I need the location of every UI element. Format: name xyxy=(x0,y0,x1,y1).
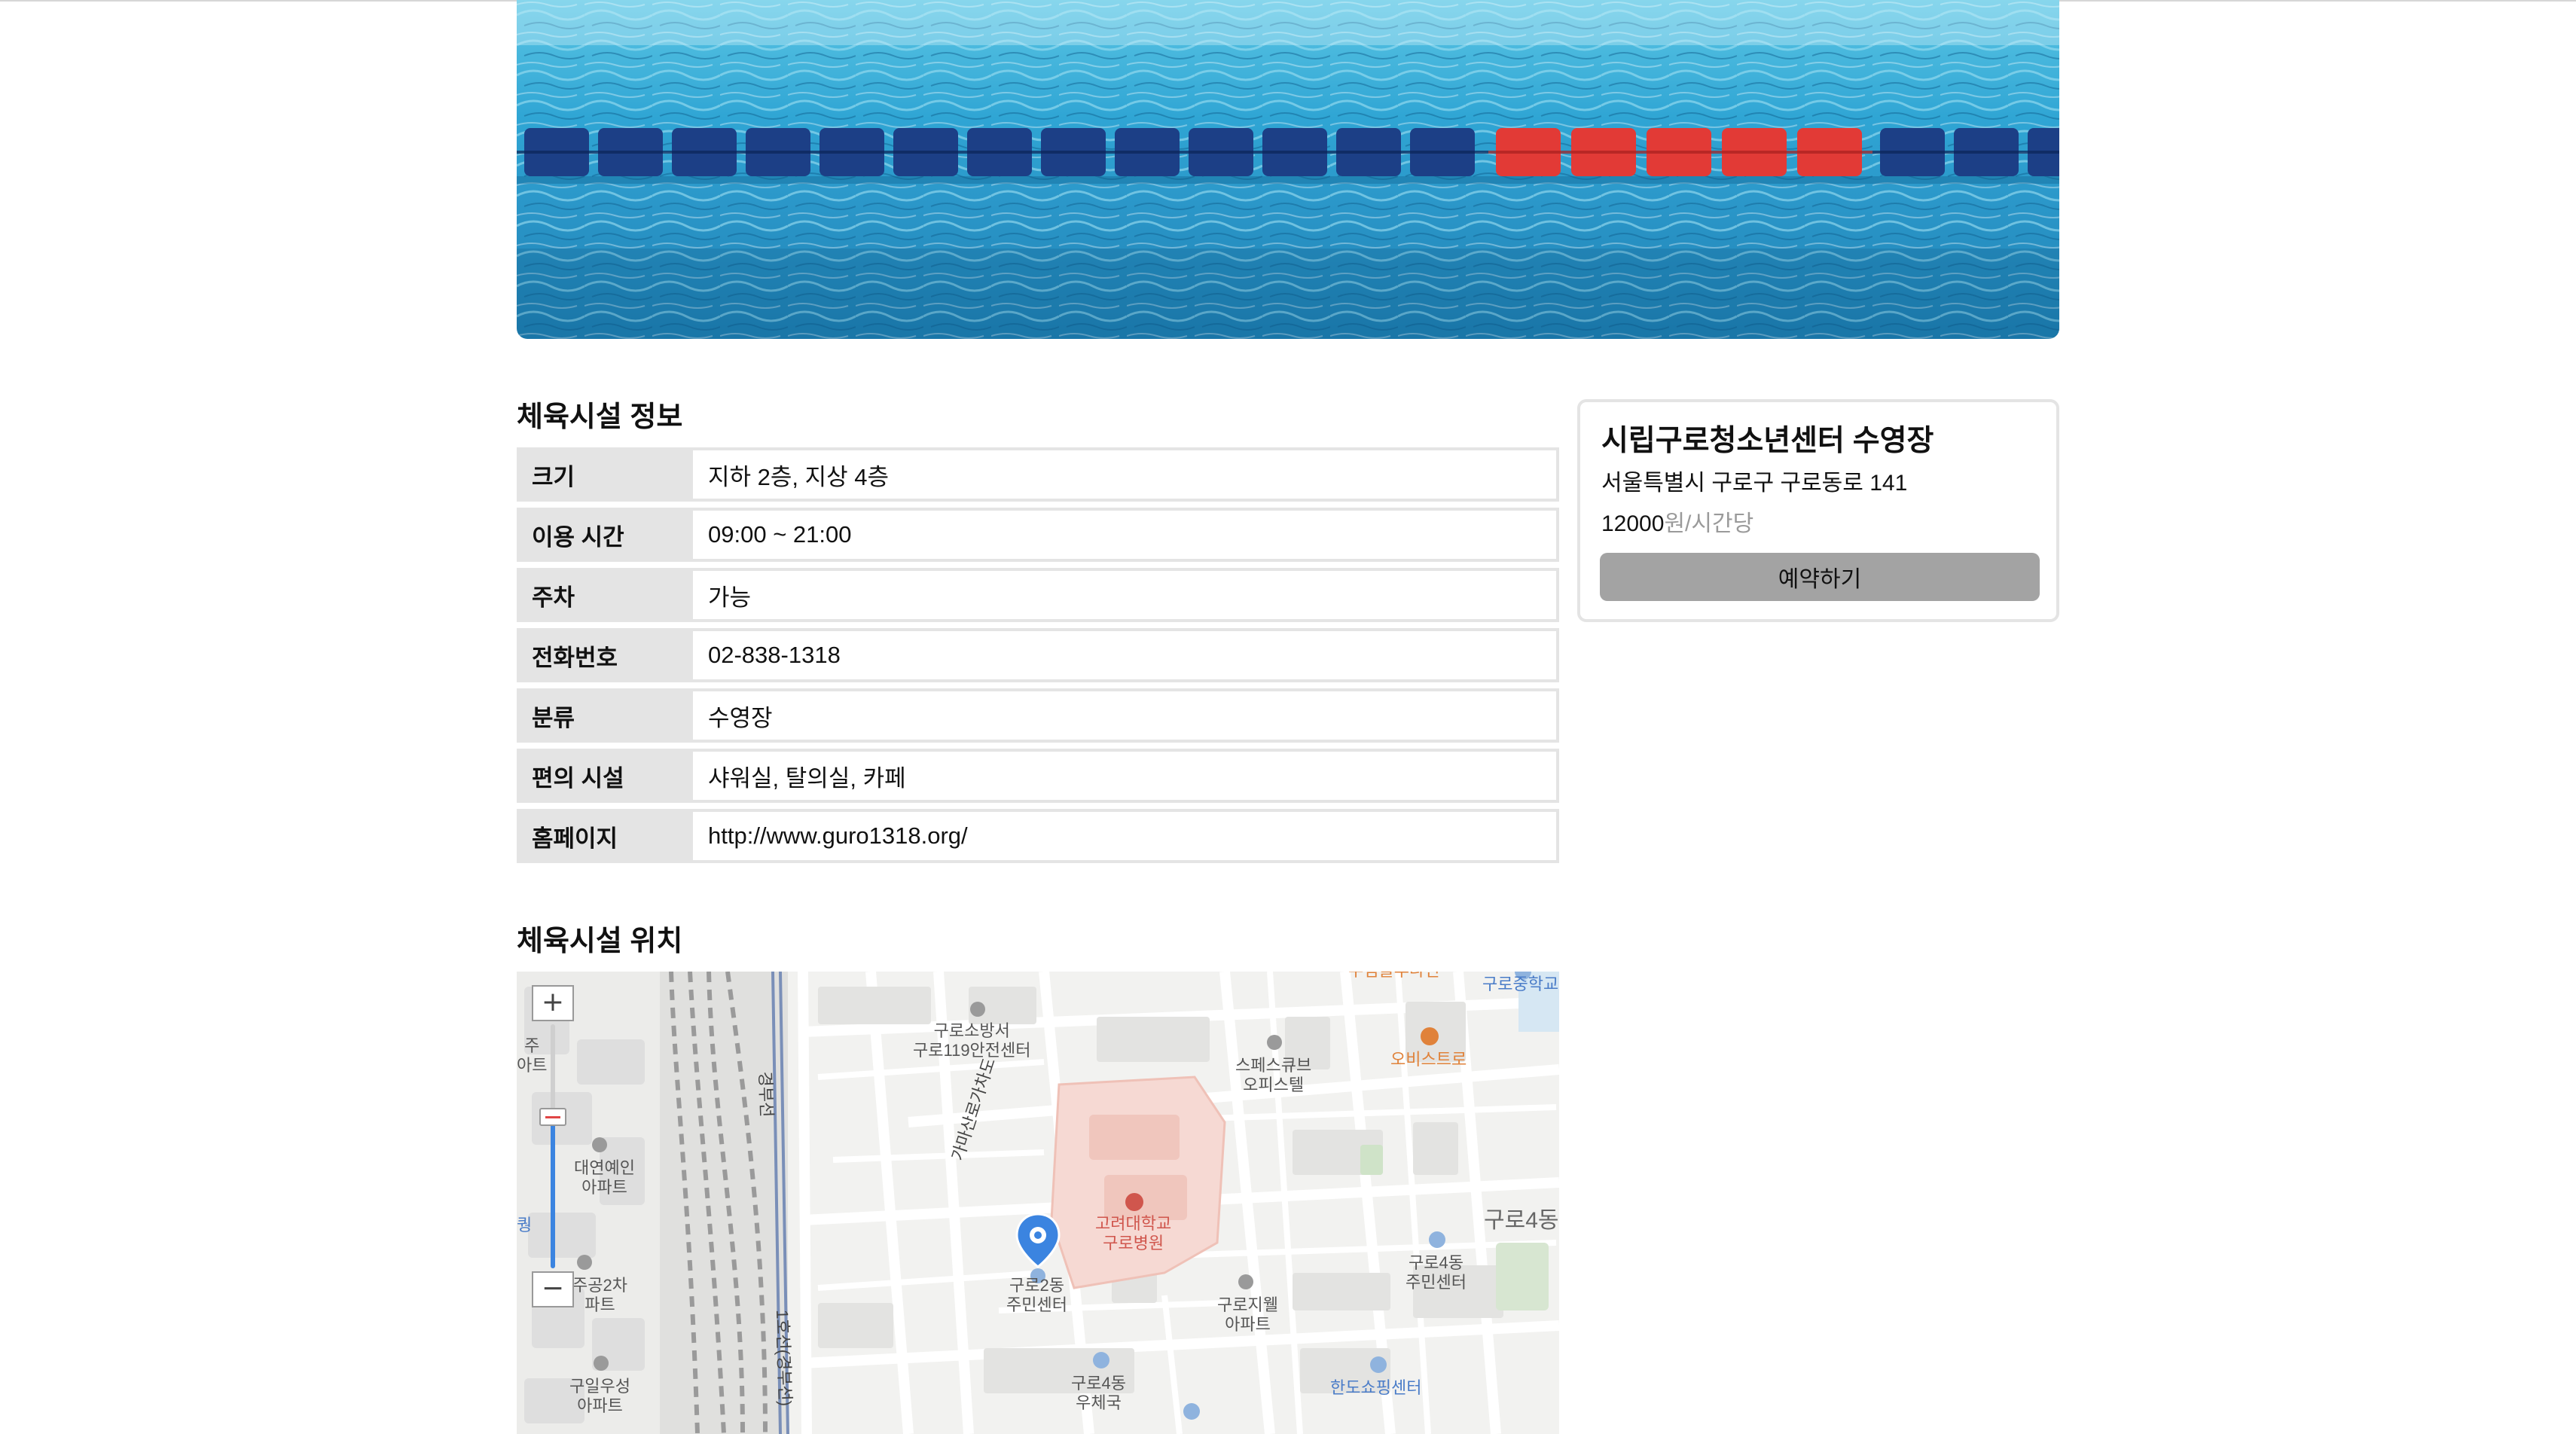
info-row-parking: 주차 가능 xyxy=(517,568,1559,622)
info-label: 주차 xyxy=(517,568,690,622)
map-label-hospital: 고려대학교 구로병원 xyxy=(1095,1214,1172,1252)
map-label-top-cut: 우림블루나인 xyxy=(1348,972,1439,981)
info-row-category: 분류 수영장 xyxy=(517,688,1559,743)
info-label: 분류 xyxy=(517,688,690,743)
map-zoom-control: + − xyxy=(532,985,574,1307)
info-row-size: 크기 지하 2층, 지상 4층 xyxy=(517,447,1559,502)
map-label-handoshop: 한도쇼핑센터 xyxy=(1330,1378,1422,1397)
info-row-amenities: 편의 시설 샤워실, 탈의실, 카페 xyxy=(517,749,1559,803)
location-map[interactable]: 구로소방서 구로119안전센터 스페스큐브 오피스텔 오비스트로 구로중학교 우… xyxy=(517,972,1559,1434)
map-label-obis: 오비스트로 xyxy=(1390,1050,1467,1069)
map-label-guil: 구일우성 아파트 xyxy=(569,1377,630,1415)
map-label-guro4-district: 구로4동 xyxy=(1484,1208,1559,1233)
map-label-spacecube: 스페스큐브 오피스텔 xyxy=(1235,1056,1312,1094)
facility-detail-page: 체육시설 정보 크기 지하 2층, 지상 4층 이용 시간 09:00 ~ 21… xyxy=(0,0,2576,1434)
zoom-out-button[interactable]: − xyxy=(532,1271,574,1307)
hero-image xyxy=(517,0,2059,339)
map-label-jugong: 주공2차 파트 xyxy=(572,1276,627,1314)
zoom-slider-fill xyxy=(551,1117,555,1268)
price-unit: 원/시간당 xyxy=(1664,511,1754,536)
map-label-subway-line1: 1호선(경부선) xyxy=(772,1309,795,1407)
info-row-phone: 전화번호 02-838-1318 xyxy=(517,628,1559,682)
facility-address: 서울특별시 구로구 구로동로 141 xyxy=(1601,471,1908,496)
map-label-guro2: 구로2동 주민센터 xyxy=(1006,1276,1067,1314)
map-label-guro4-post: 구로4동 우체국 xyxy=(1071,1374,1126,1412)
zoom-slider-handle[interactable] xyxy=(539,1108,566,1127)
map-label-left-cut-2: 퀑 xyxy=(517,1216,533,1234)
info-value: 지하 2층, 지상 4층 xyxy=(690,447,1559,502)
info-row-homepage: 홈페이지 http://www.guro1318.org/ xyxy=(517,809,1559,863)
reserve-button[interactable]: 예약하기 xyxy=(1600,553,2040,601)
info-label: 크기 xyxy=(517,447,690,502)
map-label-fire-station: 구로소방서 구로119안전센터 xyxy=(913,1021,1031,1060)
price-amount: 12000 xyxy=(1601,511,1665,536)
info-value: 02-838-1318 xyxy=(690,628,1559,682)
map-label-jiwell: 구로지웰 아파트 xyxy=(1217,1295,1278,1334)
info-row-hours: 이용 시간 09:00 ~ 21:00 xyxy=(517,508,1559,562)
zoom-in-button[interactable]: + xyxy=(532,985,574,1021)
map-label-guro4-center: 구로4동 주민센터 xyxy=(1406,1253,1467,1292)
info-value: 가능 xyxy=(690,568,1559,622)
info-label: 이용 시간 xyxy=(517,508,690,562)
info-label: 전화번호 xyxy=(517,628,690,682)
booking-card: 시립구로청소년센터 수영장 서울특별시 구로구 구로동로 141 12000원/… xyxy=(1577,399,2059,622)
info-label: 홈페이지 xyxy=(517,809,690,863)
info-value: 09:00 ~ 21:00 xyxy=(690,508,1559,562)
facility-info-title: 체육시설 정보 xyxy=(517,401,683,433)
facility-location-title: 체육시설 위치 xyxy=(517,926,683,957)
info-value: 샤워실, 탈의실, 카페 xyxy=(690,749,1559,803)
info-label: 편의 시설 xyxy=(517,749,690,803)
facility-price: 12000원/시간당 xyxy=(1601,505,1753,538)
map-label-gyeongbu-line: 경부선 xyxy=(755,1071,777,1118)
map-label-guro-middle: 구로중학교 xyxy=(1482,975,1559,993)
map-label-daeyeon: 대연예인 아파트 xyxy=(574,1158,635,1197)
facility-name: 시립구로청소년센터 수영장 xyxy=(1601,425,1934,457)
facility-info-table: 크기 지하 2층, 지상 4층 이용 시간 09:00 ~ 21:00 주차 가… xyxy=(517,447,1559,869)
info-value: 수영장 xyxy=(690,688,1559,743)
homepage-link[interactable]: http://www.guro1318.org/ xyxy=(690,809,1559,863)
